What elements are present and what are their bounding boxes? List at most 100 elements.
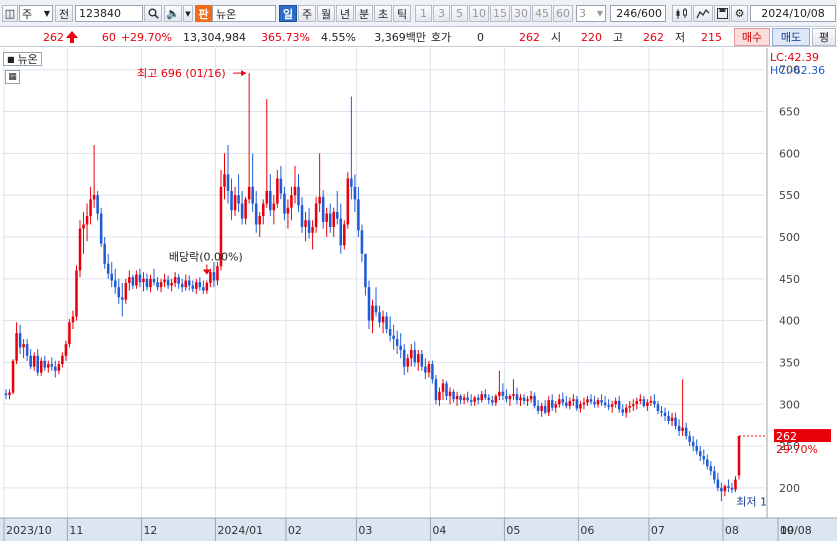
candle-body <box>113 280 117 288</box>
search-icon[interactable] <box>144 5 162 22</box>
candle-body <box>716 479 720 488</box>
toolbar: ◫ 주 ▼ 전 123840 🔈 ▼ 판 뉴온 일 주 월 년 분 초 틱 1 … <box>0 0 837 27</box>
candle-body <box>170 283 173 286</box>
minute-10[interactable]: 10 <box>469 5 489 22</box>
candle-body <box>480 394 484 401</box>
candle-body <box>586 399 589 403</box>
grid-icon[interactable]: ▦ <box>5 70 20 84</box>
minute-45[interactable]: 45 <box>532 5 552 22</box>
candle-body <box>639 399 642 401</box>
pan-badge: 판 <box>195 5 212 22</box>
candle-body <box>462 397 466 401</box>
candle-body <box>117 287 121 298</box>
market-button[interactable]: 전 <box>55 5 73 22</box>
candle-body <box>195 282 198 289</box>
buy-button[interactable]: 매수 <box>734 28 770 46</box>
save-icon[interactable] <box>714 5 730 22</box>
candle-body <box>57 364 61 371</box>
candle-body <box>660 410 663 413</box>
window-menu-icon[interactable]: ◫ <box>2 5 18 22</box>
candle-body <box>431 364 434 380</box>
candle-type-icon[interactable] <box>672 5 692 22</box>
candle-body <box>353 186 357 200</box>
minute-15[interactable]: 15 <box>490 5 510 22</box>
candle-body <box>424 366 427 373</box>
candle-body <box>18 333 22 348</box>
candle-body <box>491 400 494 403</box>
chart-tab[interactable]: ■ 뉴온 <box>3 52 42 66</box>
open-label: 시 <box>550 31 562 44</box>
candle-body <box>187 280 191 286</box>
candle-body <box>339 218 343 246</box>
candle-body <box>737 436 741 476</box>
period-tab-second[interactable]: 초 <box>374 5 392 22</box>
period-tab-week[interactable]: 주 <box>298 5 316 22</box>
candle-body <box>501 391 505 396</box>
y-tick-label: 500 <box>779 231 800 244</box>
low-label: 저 <box>674 31 686 44</box>
minute-3[interactable]: 3 <box>433 5 450 22</box>
minute-60[interactable]: 60 <box>553 5 573 22</box>
candle-body <box>558 399 561 405</box>
candle-body <box>646 402 649 406</box>
date-field[interactable]: 2024/10/08 <box>750 5 836 22</box>
speaker-dropdown-icon[interactable]: ▼ <box>183 5 193 22</box>
gear-icon[interactable]: ⚙ <box>731 5 748 22</box>
minute-1[interactable]: 1 <box>415 5 432 22</box>
speaker-icon[interactable]: 🔈 <box>164 5 182 22</box>
candle-body <box>420 354 424 367</box>
candle-body <box>286 207 290 214</box>
period-tab-day[interactable]: 일 <box>279 5 297 22</box>
code-input[interactable]: 123840 <box>75 5 143 22</box>
candle-body <box>582 402 586 405</box>
candle-body <box>240 203 244 219</box>
change-value: 60 <box>101 30 116 44</box>
candle-body <box>593 401 596 405</box>
minute-30[interactable]: 30 <box>511 5 531 22</box>
candle-body <box>156 282 159 288</box>
period-tab-year[interactable]: 년 <box>336 5 354 22</box>
period-tab-month[interactable]: 월 <box>317 5 335 22</box>
price-chart[interactable]: 최고 696 (01/16)최저 184 (09/27)배당락(0.00%) 2… <box>0 48 837 541</box>
x-tick-label: 12 <box>143 524 157 537</box>
chart-tab-label: 뉴온 <box>17 53 38 66</box>
candle-body <box>649 400 653 403</box>
bar-count-field[interactable]: 246/600 <box>610 5 666 22</box>
candle-body <box>526 399 529 401</box>
candle-body <box>561 399 565 403</box>
sell-button[interactable]: 매도 <box>772 28 810 46</box>
indicator-icon[interactable] <box>693 5 713 22</box>
candle-body <box>71 316 75 323</box>
type-select[interactable]: 주 ▼ <box>19 5 53 22</box>
candle-body <box>205 283 209 291</box>
hc-label: HC:-62.36 <box>770 64 825 77</box>
period-tab-minute[interactable]: 분 <box>355 5 373 22</box>
candle-body <box>713 471 716 480</box>
candle-body <box>508 395 512 400</box>
avg-button[interactable]: 평 <box>812 28 836 46</box>
candle-body <box>614 400 617 405</box>
candle-body <box>68 322 71 345</box>
candle-body <box>103 243 106 264</box>
candle-body <box>251 186 254 204</box>
candle-body <box>730 487 734 490</box>
candle-body <box>311 226 314 233</box>
candle-body <box>367 287 371 321</box>
code-value: 123840 <box>79 7 121 20</box>
candle-body <box>39 360 43 373</box>
candle-body <box>138 274 142 283</box>
count-select[interactable]: 3 ▼ <box>576 5 606 22</box>
open-price: 220 <box>581 30 602 44</box>
hoga-value: 0 <box>477 30 484 44</box>
period-tab-tick[interactable]: 틱 <box>393 5 411 22</box>
turnover: 4.55% <box>321 30 356 44</box>
candle-body <box>547 400 550 413</box>
candle-body <box>265 191 269 204</box>
minute-5[interactable]: 5 <box>451 5 468 22</box>
candle-body <box>297 186 300 206</box>
stock-name-field[interactable]: 뉴온 <box>212 5 276 22</box>
candle-body <box>466 397 469 401</box>
candle-body <box>177 277 180 284</box>
candle-body <box>328 213 332 227</box>
candle-body <box>550 400 554 408</box>
